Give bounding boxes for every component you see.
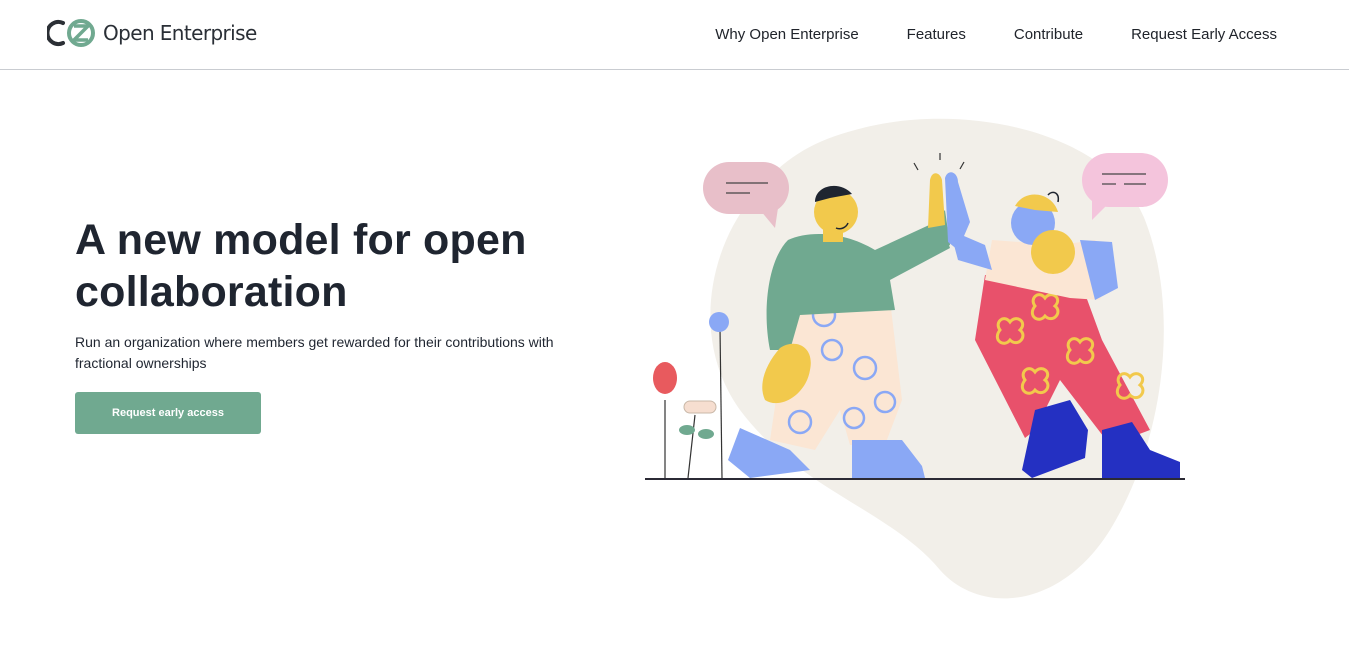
brand-logo[interactable]: Open Enterprise (47, 16, 257, 50)
hero-subtitle: Run an organization where members get re… (75, 334, 554, 371)
nav-request-early-access[interactable]: Request Early Access (1131, 25, 1277, 45)
nav-features[interactable]: Features (907, 25, 966, 45)
nav-contribute[interactable]: Contribute (1014, 25, 1083, 45)
hero-title: A new model for open collaboration (75, 216, 527, 316)
request-early-access-button[interactable]: Request early access (75, 392, 261, 434)
high-five-illustration (645, 118, 1185, 599)
open-enterprise-logo-icon (47, 19, 95, 47)
main-nav: Why Open Enterprise Features Contribute … (667, 25, 1277, 45)
brand-name: Open Enterprise (103, 21, 257, 45)
site-header: Open Enterprise Why Open Enterprise Feat… (0, 0, 1349, 70)
nav-why-open-enterprise[interactable]: Why Open Enterprise (715, 25, 858, 45)
